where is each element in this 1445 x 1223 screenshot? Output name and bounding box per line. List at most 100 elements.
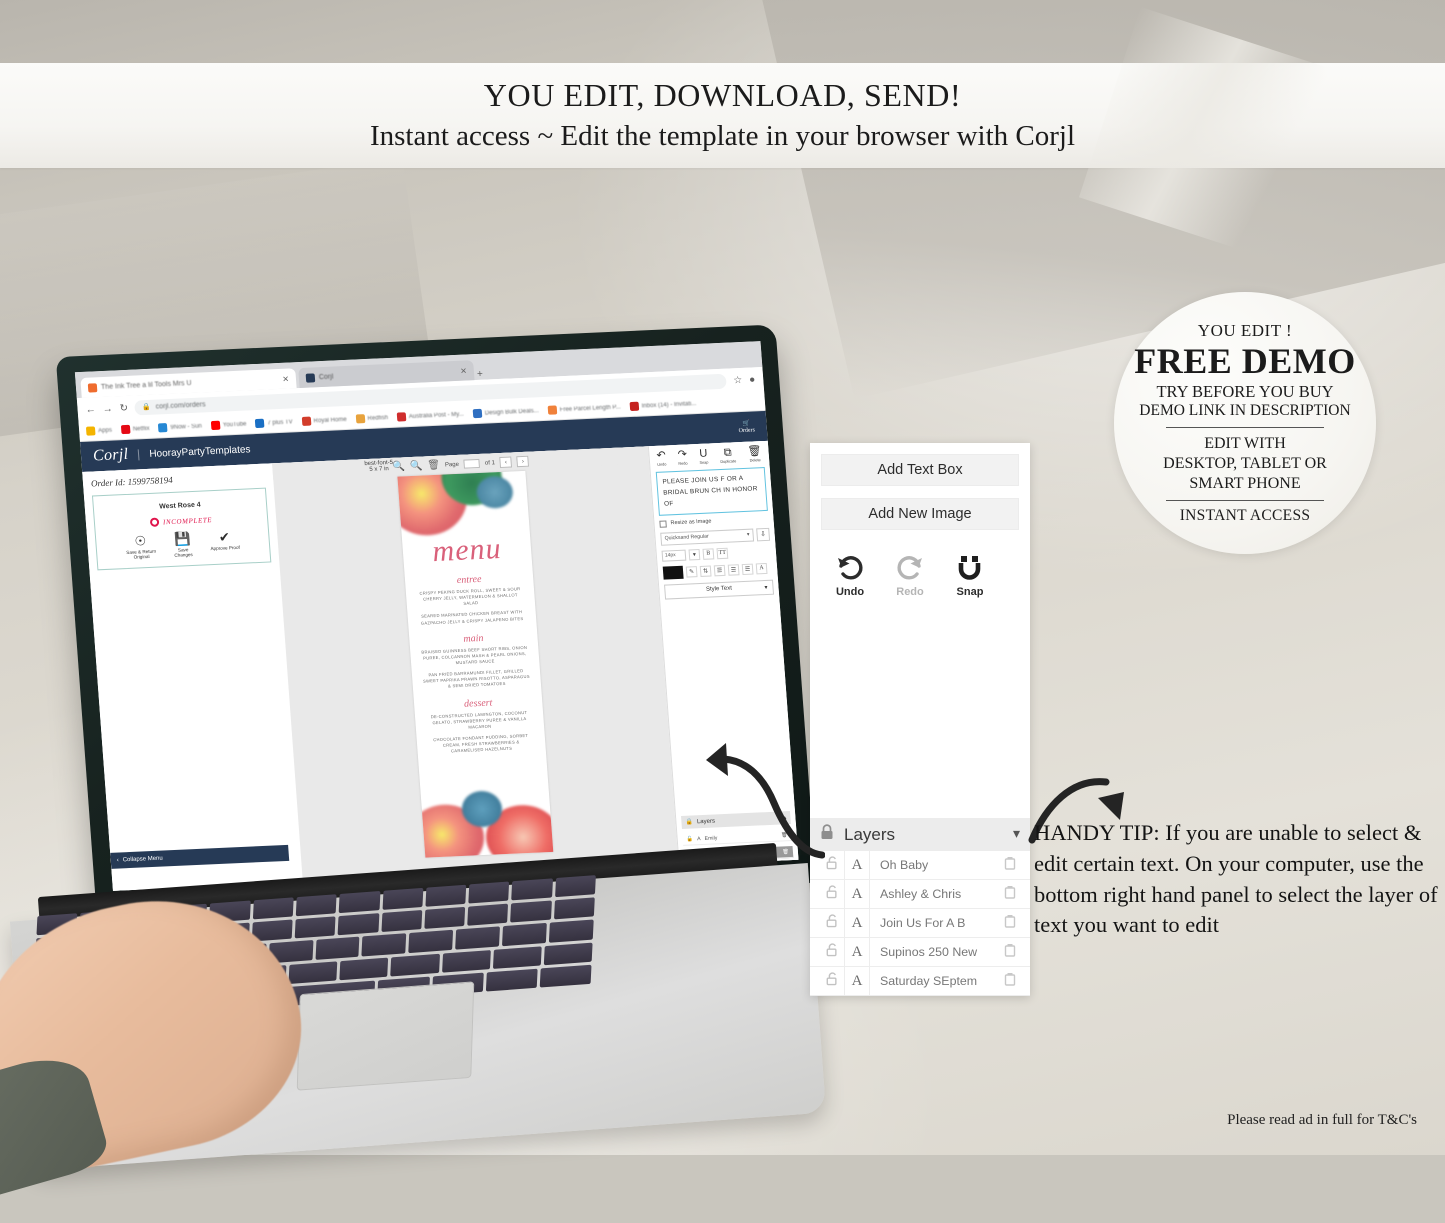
menu-template-card[interactable]: menu entree CRISPY PEKING DUCK ROLL, SWE… — [397, 470, 554, 858]
size-row: 14px ▾ B TT — [661, 545, 772, 562]
layer-name: Join Us For A B — [880, 916, 966, 930]
bookmark-item[interactable]: Netflix — [120, 424, 150, 435]
screen-layer-row[interactable]: 🔓 A Emily 🗑 — [682, 829, 793, 846]
next-page-icon[interactable]: › — [516, 455, 530, 468]
layer-row[interactable]: A Supinos 250 New — [810, 937, 1030, 967]
order-card[interactable]: West Rose 4 INCOMPLETE ☉ Save & Return O… — [91, 487, 272, 571]
bookmark-item[interactable]: Apps — [85, 426, 113, 436]
line-height-icon[interactable]: ⇅ — [699, 565, 712, 577]
collapse-menu-label: Collapse Menu — [122, 855, 163, 864]
undo-button[interactable]: ↶ Undo — [656, 449, 666, 466]
bookmark-label: YouTube — [222, 420, 247, 429]
duplicate-button[interactable]: ⧉ Duplicate — [719, 446, 736, 463]
italic-icon[interactable]: TT — [716, 547, 729, 559]
new-tab-button[interactable]: + — [477, 369, 484, 380]
laptop-screen: The Ink Tree a lil Tools Mrs U ✕ Corjl ✕… — [74, 341, 799, 891]
text-color-swatch[interactable] — [662, 565, 684, 580]
reload-icon[interactable]: ↻ — [119, 402, 128, 413]
layers-panel-title: Layers — [844, 824, 896, 844]
snap-button[interactable]: U Snap — [699, 448, 709, 465]
trash-icon[interactable] — [1000, 972, 1020, 991]
layers-panel-header[interactable]: Layers ▾ — [810, 818, 1030, 851]
snap-button[interactable]: Snap — [955, 554, 985, 598]
redo-icon: ↷ — [677, 448, 688, 461]
bold-icon[interactable]: B — [702, 547, 715, 560]
align-right-icon[interactable]: ☰ — [741, 563, 754, 575]
bookmark-item[interactable]: 7 plus TV — [255, 417, 293, 429]
style-text-accordion[interactable]: Style Text ▾ — [663, 579, 775, 600]
resize-as-image-checkbox[interactable]: Resize as Image — [659, 515, 768, 528]
unlock-icon[interactable] — [820, 971, 844, 991]
forward-icon[interactable]: → — [102, 403, 113, 414]
bookmark-favicon-icon — [301, 416, 311, 426]
menu-item: BRAISED GUINNESS BEEF SHORT RIBS, ONION … — [421, 644, 528, 666]
bookmark-item[interactable]: Australia Post - My... — [396, 410, 465, 422]
bookmark-label: Redfish — [367, 414, 389, 422]
demo-edit-with: EDIT WITH — [1204, 434, 1286, 452]
selected-text-input[interactable]: PLEASE JOIN US F OR A BRIDAL BRUN CH IN … — [655, 466, 768, 516]
align-center-icon[interactable]: ☰ — [727, 563, 740, 576]
footer-note-wrapper: Please read ad in full for T&C's — [1227, 1112, 1417, 1129]
undo-button[interactable]: Undo — [835, 554, 865, 598]
font-family-select[interactable]: Quicksand Regular ▾ — [660, 528, 755, 546]
trash-icon[interactable] — [1000, 914, 1020, 933]
trash-icon[interactable]: 🗑 — [781, 832, 788, 838]
align-left-icon[interactable]: ☰ — [713, 564, 726, 576]
trash-icon[interactable] — [1000, 943, 1020, 962]
add-new-image-button[interactable]: Add New Image — [821, 498, 1019, 530]
trash-icon: 🗑 — [747, 445, 762, 458]
save-return-original-button[interactable]: ☉ Save & Return Original — [125, 533, 157, 560]
tool-label: Delete — [749, 458, 761, 463]
bookmark-item[interactable]: YouTube — [210, 419, 247, 431]
font-upload-button[interactable]: ⇩ — [756, 527, 771, 541]
layer-row[interactable]: A Oh Baby — [810, 850, 1030, 880]
bookmark-favicon-icon — [85, 426, 96, 436]
save-changes-button[interactable]: 💾 Save Changes — [167, 531, 199, 558]
bookmark-item[interactable]: 9Now - Sun — [158, 422, 202, 433]
trash-icon[interactable]: 🗑 — [782, 849, 789, 855]
chevron-down-icon[interactable]: ▾ — [688, 548, 701, 561]
orders-button[interactable]: 🛒 Orders — [738, 419, 755, 435]
eyedropper-icon[interactable]: ✎ — [685, 565, 698, 578]
delete-icon[interactable]: 🗑 — [427, 460, 441, 472]
order-sidebar: Order Id: 1599758194 West Rose 4 INCOMPL… — [82, 463, 305, 891]
zoom-in-icon[interactable]: 🔍 — [392, 461, 405, 473]
star-icon[interactable]: ☆ — [733, 374, 743, 385]
panel-spacer — [821, 598, 1019, 818]
add-text-box-button[interactable]: Add Text Box — [821, 454, 1019, 486]
trash-icon[interactable] — [1000, 856, 1020, 875]
unlock-icon[interactable] — [820, 942, 844, 962]
unlock-icon[interactable] — [820, 884, 844, 904]
unlock-icon[interactable] — [820, 855, 844, 875]
bookmark-item[interactable]: Inbox (14) - Invitati... — [629, 399, 697, 412]
bookmark-item[interactable]: Free Parcel Length P... — [547, 402, 621, 415]
text-case-icon[interactable]: A — [755, 562, 768, 575]
bookmark-item[interactable]: Design Bulk Deals... — [472, 406, 539, 419]
bookmark-label: Apps — [98, 427, 113, 434]
chevron-down-icon[interactable]: ▾ — [1013, 826, 1020, 843]
style-text-label: Style Text — [705, 585, 733, 593]
unlock-icon[interactable] — [820, 913, 844, 933]
approve-proof-button[interactable]: ✔ Approve Proof — [209, 529, 241, 556]
layer-row[interactable]: A Ashley & Chris — [810, 879, 1030, 909]
bookmark-item[interactable]: Royal Home — [301, 415, 347, 426]
font-size-input[interactable]: 14px — [661, 549, 687, 562]
prev-page-icon[interactable]: ‹ — [499, 456, 513, 468]
profile-avatar[interactable]: ● — [749, 374, 756, 385]
checkbox-icon — [659, 520, 667, 528]
screen-layers-header[interactable]: 🔒 Layers ▴ — [681, 811, 791, 829]
corjl-shop-name: HoorayPartyTemplates — [137, 443, 251, 460]
layer-row[interactable]: A Join Us For A B — [810, 908, 1030, 938]
trash-icon[interactable] — [1000, 885, 1020, 904]
redo-button[interactable]: ↷ Redo — [677, 448, 688, 466]
close-icon[interactable]: ✕ — [282, 374, 289, 383]
layer-name: Oh Baby — [880, 858, 929, 872]
close-icon[interactable]: ✕ — [460, 366, 467, 375]
zoom-out-icon[interactable]: 🔍 — [409, 461, 422, 473]
layer-row[interactable]: A Saturday SEptem — [810, 966, 1030, 996]
bookmark-item[interactable]: Redfish — [355, 413, 389, 424]
redo-button[interactable]: Redo — [895, 554, 925, 598]
delete-button[interactable]: 🗑 Delete — [747, 445, 762, 463]
back-icon[interactable]: ← — [85, 404, 96, 415]
page-input[interactable] — [463, 458, 481, 469]
